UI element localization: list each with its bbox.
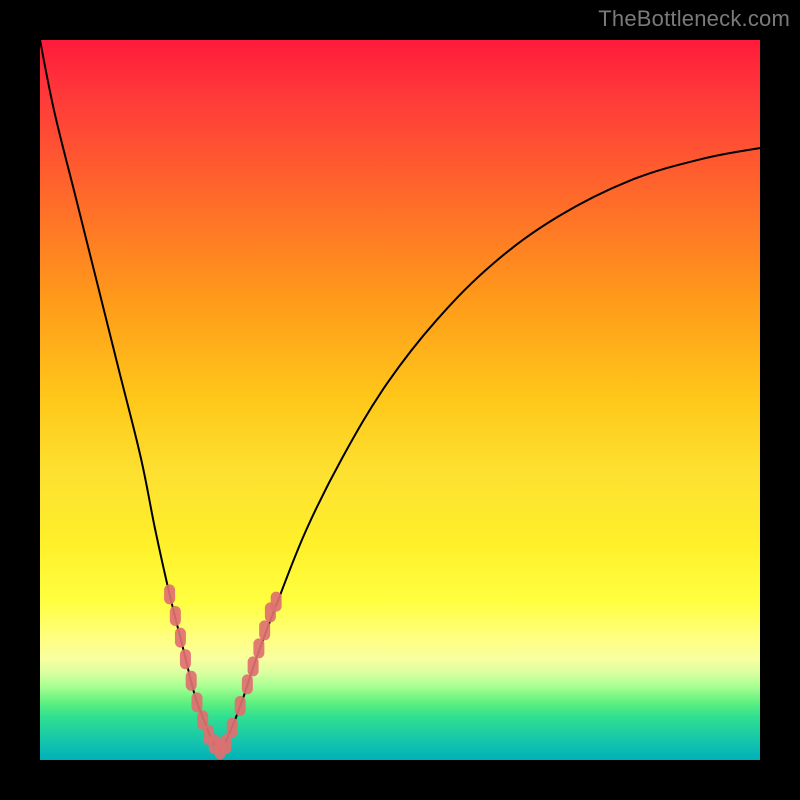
- watermark-text: TheBottleneck.com: [598, 6, 790, 32]
- trough-markers: [164, 584, 282, 759]
- marker-dot: [180, 649, 191, 669]
- marker-dot: [271, 592, 282, 612]
- marker-dot: [235, 696, 246, 716]
- chart-frame: TheBottleneck.com: [0, 0, 800, 800]
- marker-dot: [170, 606, 181, 626]
- marker-dot: [191, 692, 202, 712]
- curve-svg: [40, 40, 760, 760]
- marker-dot: [186, 671, 197, 691]
- marker-dot: [220, 734, 231, 754]
- marker-dot: [164, 584, 175, 604]
- marker-dot: [259, 620, 270, 640]
- marker-dot: [227, 718, 238, 738]
- marker-dot: [248, 656, 259, 676]
- marker-dot: [175, 628, 186, 648]
- plot-area: [40, 40, 760, 760]
- marker-dot: [242, 674, 253, 694]
- curve-left-branch: [40, 40, 220, 749]
- marker-dot: [253, 638, 264, 658]
- curve-right-branch: [220, 148, 760, 749]
